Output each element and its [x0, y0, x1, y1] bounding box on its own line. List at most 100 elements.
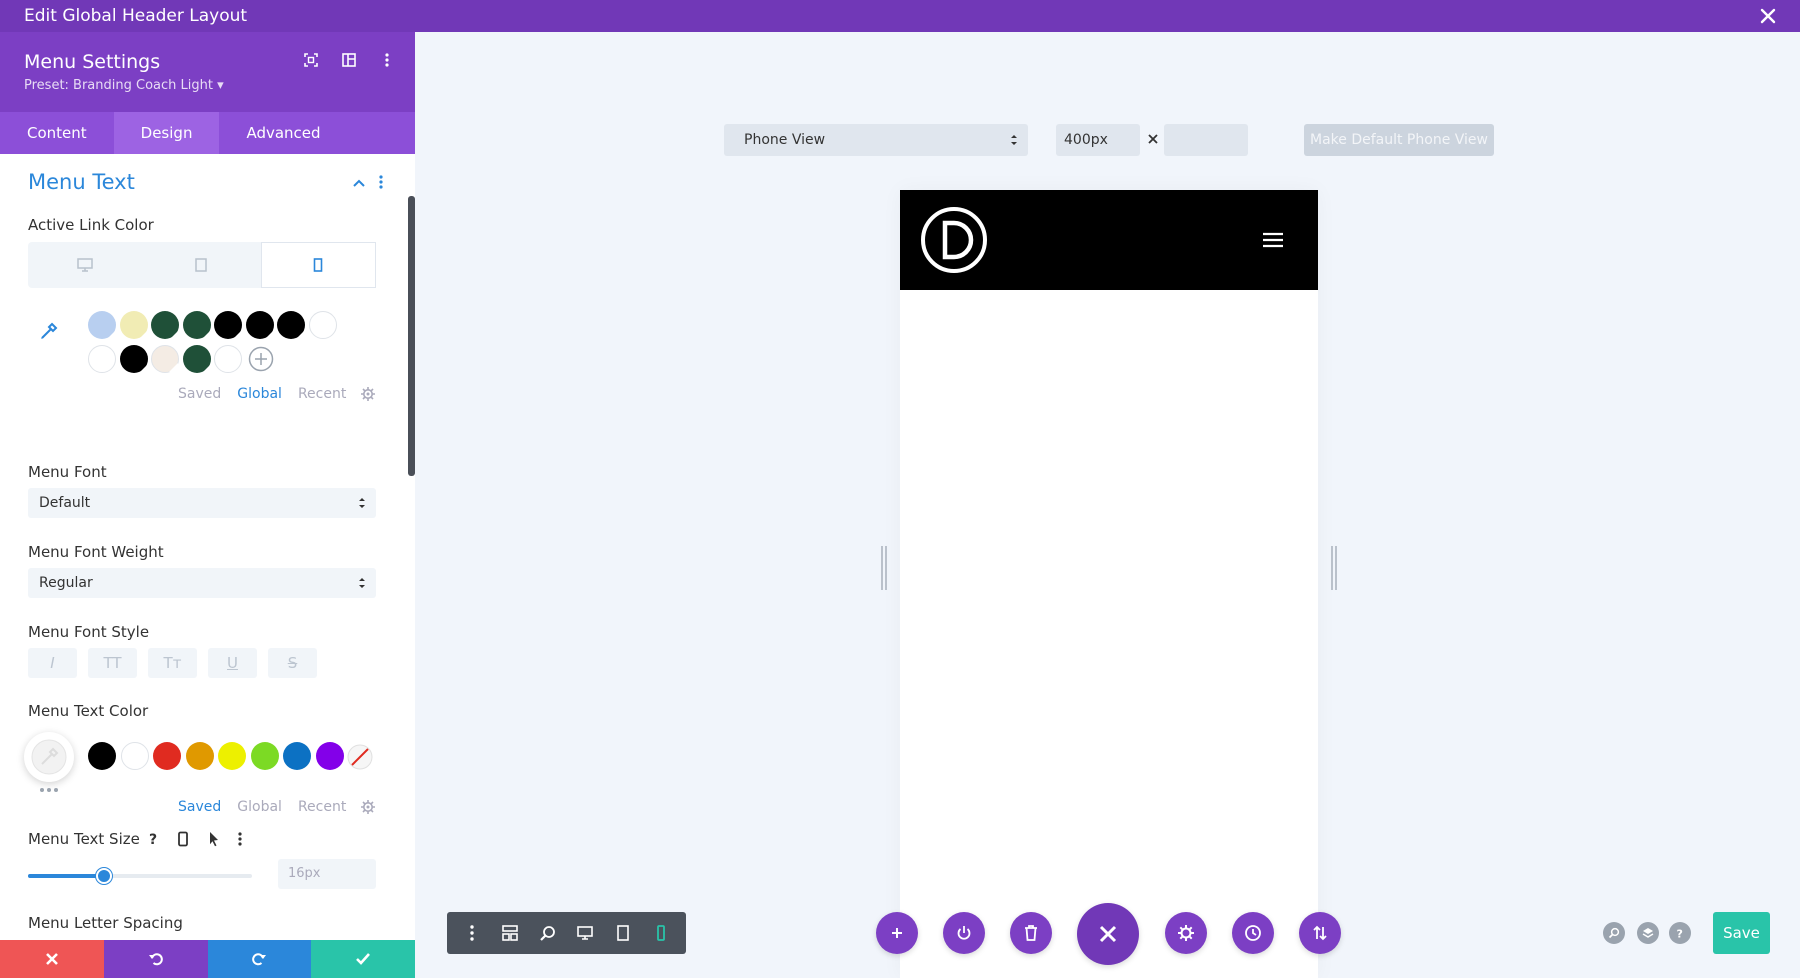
help-button[interactable]: ? — [1669, 922, 1691, 944]
color-swatch[interactable] — [214, 311, 242, 339]
gear-icon[interactable] — [360, 386, 376, 402]
hover-cursor-icon[interactable] — [207, 831, 221, 847]
color-swatch[interactable] — [283, 742, 311, 770]
device-tablet[interactable] — [144, 242, 257, 288]
color-swatch[interactable] — [119, 311, 148, 339]
active-link-color-label: Active Link Color — [28, 216, 154, 234]
resize-handle-right[interactable] — [1329, 546, 1339, 590]
menu-font-weight-select[interactable]: Regular — [28, 568, 376, 598]
field-menu-icon[interactable] — [237, 831, 243, 847]
panel-tabs: Content Design Advanced — [0, 112, 415, 154]
menu-text-size-slider[interactable] — [28, 868, 252, 884]
view-width-input[interactable]: 400px — [1056, 124, 1140, 156]
close-icon[interactable] — [1758, 6, 1778, 26]
tab-advanced[interactable]: Advanced — [219, 112, 347, 154]
color-swatch[interactable] — [151, 311, 179, 339]
responsive-phone-icon[interactable] — [177, 831, 189, 847]
current-color-picker[interactable] — [24, 732, 74, 782]
clear-color-icon[interactable] — [346, 743, 374, 771]
help-icon[interactable]: ? — [147, 831, 161, 847]
color-swatch[interactable] — [214, 345, 242, 373]
color-swatch[interactable] — [185, 742, 214, 770]
divi-logo[interactable] — [920, 206, 988, 274]
checkmark-icon — [355, 952, 371, 966]
tab-design[interactable]: Design — [113, 112, 220, 154]
save-settings-button[interactable] — [311, 940, 415, 978]
menu-font-select[interactable]: Default — [28, 488, 376, 518]
wireframe-icon[interactable] — [501, 924, 519, 942]
palette-tab-saved[interactable]: Saved — [178, 386, 221, 402]
menu-text-size-input[interactable]: 16px — [278, 859, 376, 889]
undo-button[interactable] — [103, 940, 208, 978]
uppercase-button[interactable]: TT — [88, 648, 137, 678]
eyedropper-icon[interactable] — [38, 320, 60, 342]
panel-footer — [0, 940, 415, 978]
color-swatch[interactable] — [308, 311, 337, 339]
page-settings-button[interactable] — [1165, 912, 1207, 954]
menu-font-label: Menu Font — [28, 463, 107, 481]
desktop-view-icon[interactable] — [576, 924, 594, 942]
italic-button[interactable]: I — [28, 648, 77, 678]
make-default-view-button[interactable]: Make Default Phone View — [1304, 124, 1494, 156]
color-swatch[interactable] — [182, 345, 211, 373]
section-title: Menu Text — [28, 170, 135, 194]
more-options-icon[interactable] — [379, 52, 395, 68]
preset-selector[interactable]: Preset: Branding Coach Light ▾ — [24, 78, 391, 93]
add-color-icon[interactable] — [247, 345, 275, 373]
tablet-view-icon[interactable] — [614, 924, 632, 942]
capitalize-button[interactable]: Tᴛ — [148, 648, 197, 678]
gear-icon[interactable] — [360, 799, 376, 815]
dock-menu-icon[interactable] — [463, 924, 481, 942]
color-swatch[interactable] — [182, 311, 211, 339]
color-swatch[interactable] — [88, 345, 116, 373]
view-mode-select[interactable]: Phone View — [724, 124, 1028, 156]
layers-button[interactable] — [1637, 922, 1659, 944]
panel-scrollbar[interactable] — [408, 196, 415, 476]
find-replace-button[interactable] — [1603, 922, 1625, 944]
color-swatch[interactable] — [245, 311, 274, 339]
search-icon — [1608, 927, 1620, 939]
zoom-icon[interactable] — [539, 924, 557, 942]
color-swatch[interactable] — [151, 345, 179, 373]
palette-tab-global[interactable]: Global — [237, 799, 282, 815]
underline-button[interactable]: U — [208, 648, 257, 678]
device-phone[interactable] — [260, 242, 376, 288]
chevron-up-icon[interactable] — [352, 178, 366, 188]
resize-handle-left[interactable] — [879, 546, 889, 590]
add-module-button[interactable] — [876, 912, 918, 954]
color-swatch[interactable] — [153, 742, 181, 770]
color-swatch[interactable] — [250, 742, 279, 770]
delete-button[interactable] — [1010, 912, 1052, 954]
color-swatch[interactable] — [119, 345, 148, 373]
save-button[interactable]: Save — [1713, 912, 1770, 954]
palette-tab-saved[interactable]: Saved — [178, 799, 221, 815]
view-height-input[interactable] — [1164, 124, 1248, 156]
palette-tab-global[interactable]: Global — [237, 386, 282, 402]
hamburger-menu-icon[interactable] — [1262, 232, 1284, 248]
palette-tab-recent[interactable]: Recent — [298, 799, 346, 815]
split-view-icon[interactable] — [341, 52, 357, 68]
phone-view-icon[interactable] — [652, 924, 670, 942]
color-swatch[interactable] — [88, 742, 116, 770]
color-swatch[interactable] — [315, 742, 344, 770]
slider-handle[interactable] — [96, 868, 113, 884]
redo-button[interactable] — [207, 940, 312, 978]
palette-tab-recent[interactable]: Recent — [298, 386, 346, 402]
more-colors-icon[interactable] — [38, 786, 60, 794]
portability-button[interactable] — [1299, 912, 1341, 954]
color-swatch[interactable] — [218, 742, 246, 770]
global-color-marker — [233, 330, 242, 339]
history-button[interactable] — [1232, 912, 1274, 954]
discard-button[interactable] — [0, 940, 104, 978]
section-header[interactable]: Menu Text — [28, 170, 383, 198]
tab-content[interactable]: Content — [0, 112, 114, 154]
color-swatch[interactable] — [120, 742, 149, 770]
section-menu-icon[interactable] — [378, 174, 384, 190]
close-builder-button[interactable] — [1077, 903, 1139, 965]
strikethrough-button[interactable]: S — [268, 648, 317, 678]
color-swatch[interactable] — [88, 311, 116, 339]
device-desktop[interactable] — [28, 242, 141, 288]
color-swatch[interactable] — [277, 311, 305, 339]
disable-button[interactable] — [943, 912, 985, 954]
fullscreen-icon[interactable] — [303, 52, 319, 68]
